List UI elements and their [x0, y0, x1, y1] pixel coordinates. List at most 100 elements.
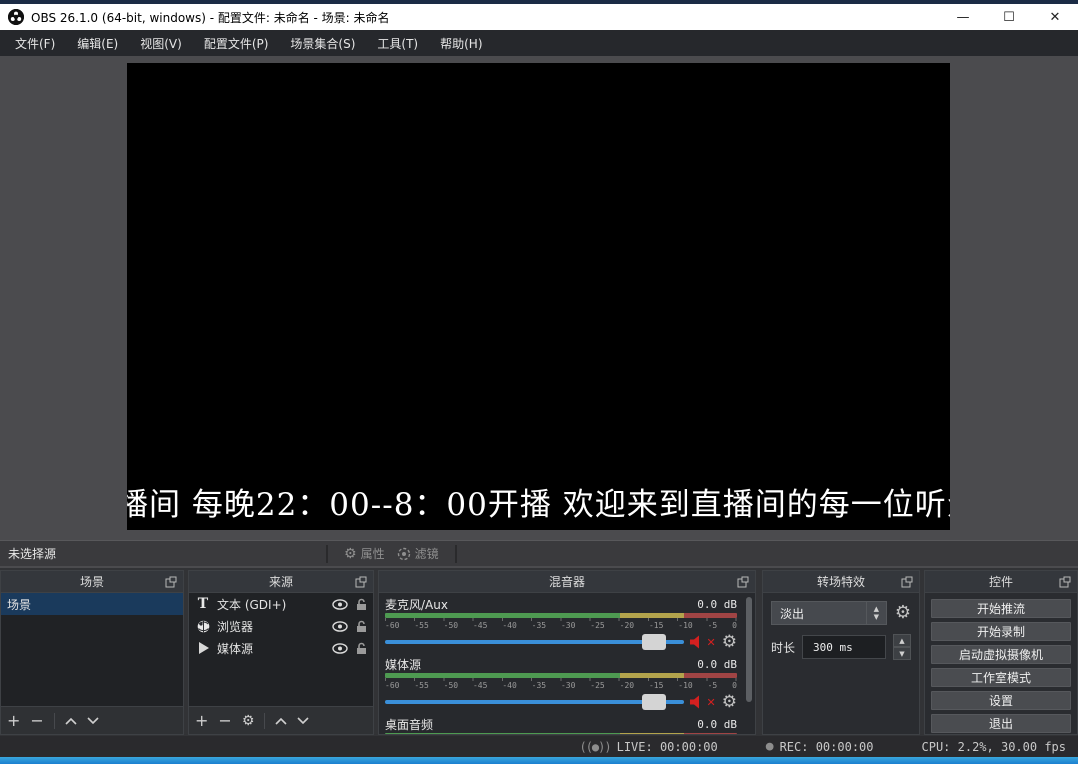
- volume-slider[interactable]: [385, 700, 684, 704]
- exit-button[interactable]: 退出: [931, 714, 1071, 733]
- duration-up-button[interactable]: ▲: [893, 634, 911, 647]
- menu-file[interactable]: 文件(F): [4, 30, 66, 57]
- scene-item-label: 场景: [7, 596, 31, 613]
- meter-tick-label: -20: [620, 681, 634, 691]
- meter-tick-label: -45: [473, 621, 487, 631]
- obs-logo-icon: [8, 9, 24, 25]
- volume-meter: [385, 733, 737, 734]
- unlock-icon[interactable]: [356, 598, 367, 611]
- properties-button[interactable]: ⚙ 属性: [338, 545, 391, 562]
- scene-move-down-button[interactable]: [87, 717, 99, 725]
- transition-gear-icon[interactable]: ⚙: [895, 604, 911, 622]
- window-controls: — ☐ ✕: [940, 4, 1078, 30]
- meter-tick-label: -25: [590, 681, 604, 691]
- settings-button[interactable]: 设置: [931, 691, 1071, 710]
- source-item-text[interactable]: T 文本 (GDI+): [189, 593, 373, 615]
- remove-source-button[interactable]: −: [218, 713, 231, 729]
- scenes-panel-title: 场景: [80, 573, 104, 590]
- mute-speaker-icon[interactable]: ✕: [690, 635, 716, 649]
- mute-speaker-icon[interactable]: ✕: [690, 695, 716, 709]
- meter-tick-label: -60: [385, 621, 399, 631]
- sources-panel: 来源 T 文本 (GDI+) 浏览器: [188, 570, 374, 735]
- channel-gear-icon[interactable]: ⚙: [722, 634, 737, 651]
- meter-tick-label: -5: [708, 681, 718, 691]
- visibility-eye-icon[interactable]: [332, 621, 348, 632]
- meter-tick-label: -30: [561, 621, 575, 631]
- footer-separator: [264, 713, 265, 729]
- visibility-eye-icon[interactable]: [332, 599, 348, 610]
- menu-bar: 文件(F) 编辑(E) 视图(V) 配置文件(P) 场景集合(S) 工具(T) …: [0, 30, 1078, 56]
- menu-scene-collection[interactable]: 场景集合(S): [279, 30, 366, 57]
- source-item-browser[interactable]: 浏览器: [189, 615, 373, 637]
- volume-slider-handle[interactable]: [642, 634, 666, 650]
- meter-tick-label: -10: [678, 621, 692, 631]
- taskbar-edge: [0, 757, 1078, 764]
- transitions-panel-title: 转场特效: [817, 573, 865, 590]
- menu-edit[interactable]: 编辑(E): [66, 30, 129, 57]
- popout-icon[interactable]: [1059, 576, 1071, 588]
- properties-label: 属性: [361, 545, 385, 562]
- duration-label: 时长: [771, 639, 795, 656]
- meter-tick-label: 0: [732, 621, 737, 631]
- popout-icon[interactable]: [165, 576, 177, 588]
- mixer-panel-header: 混音器: [379, 571, 755, 593]
- start-streaming-button[interactable]: 开始推流: [931, 599, 1071, 618]
- marquee-text: 播间 每晚22：00--8：00开播 欢迎来到直播间的每一位听众！助眠: [127, 479, 950, 524]
- unlock-icon[interactable]: [356, 642, 367, 655]
- remove-scene-button[interactable]: −: [30, 713, 43, 729]
- menu-view[interactable]: 视图(V): [129, 30, 193, 57]
- visibility-eye-icon[interactable]: [332, 643, 348, 654]
- channel-name: 媒体源: [385, 656, 421, 673]
- controls-panel-header: 控件: [925, 571, 1077, 593]
- studio-mode-button[interactable]: 工作室模式: [931, 668, 1071, 687]
- popout-icon[interactable]: [355, 576, 367, 588]
- maximize-button[interactable]: ☐: [986, 4, 1032, 30]
- meter-tick-label: -40: [502, 681, 516, 691]
- scene-item[interactable]: 场景: [1, 593, 183, 615]
- close-button[interactable]: ✕: [1032, 4, 1078, 30]
- preview-canvas[interactable]: 播间 每晚22：00--8：00开播 欢迎来到直播间的每一位听众！助眠: [127, 63, 950, 530]
- unlock-icon[interactable]: [356, 620, 367, 633]
- transition-selected-value: 淡出: [772, 605, 866, 622]
- duration-spinner[interactable]: ▲ ▼: [893, 634, 911, 660]
- add-source-button[interactable]: +: [195, 713, 208, 729]
- start-recording-button[interactable]: 开始录制: [931, 622, 1071, 641]
- meter-tick-label: -45: [473, 681, 487, 691]
- duration-input[interactable]: 300 ms: [802, 635, 886, 659]
- gear-icon: ⚙: [344, 546, 357, 562]
- transitions-panel-header: 转场特效: [763, 571, 919, 593]
- duration-down-button[interactable]: ▼: [893, 647, 911, 660]
- menu-tools[interactable]: 工具(T): [366, 30, 429, 57]
- source-toolbar: 未选择源 ⚙ 属性 滤镜: [0, 540, 1078, 566]
- meter-tick-label: -55: [414, 681, 428, 691]
- mixer-panel: 混音器 麦克风/Aux 0.0 dB -60-55-50-45-40-35-30…: [378, 570, 756, 735]
- meter-tick-label: -50: [444, 681, 458, 691]
- no-source-label: 未选择源: [0, 545, 56, 562]
- menu-help[interactable]: 帮助(H): [429, 30, 493, 57]
- source-move-down-button[interactable]: [297, 717, 309, 725]
- channel-gear-icon[interactable]: ⚙: [722, 694, 737, 711]
- menu-profile[interactable]: 配置文件(P): [193, 30, 280, 57]
- transition-select[interactable]: 淡出 ▲▼: [771, 601, 887, 625]
- source-item-label: 媒体源: [217, 640, 253, 657]
- popout-icon[interactable]: [901, 576, 913, 588]
- volume-slider-handle[interactable]: [642, 694, 666, 710]
- source-move-up-button[interactable]: [275, 717, 287, 725]
- scene-move-up-button[interactable]: [65, 717, 77, 725]
- source-item-media[interactable]: 媒体源: [189, 637, 373, 659]
- minimize-button[interactable]: —: [940, 4, 986, 30]
- source-properties-gear-icon[interactable]: ⚙: [242, 714, 255, 728]
- transitions-panel: 转场特效 淡出 ▲▼ ⚙ 时长 300 ms ▲ ▼: [762, 570, 920, 735]
- meter-tick-labels: -60-55-50-45-40-35-30-25-20-15-10-50: [385, 621, 737, 631]
- start-virtual-camera-button[interactable]: 启动虚拟摄像机: [931, 645, 1071, 664]
- volume-slider[interactable]: [385, 640, 684, 644]
- transition-select-spinner[interactable]: ▲▼: [866, 602, 886, 624]
- add-scene-button[interactable]: +: [7, 713, 20, 729]
- meter-tick-label: -30: [561, 681, 575, 691]
- popout-icon[interactable]: [737, 576, 749, 588]
- controls-panel-title: 控件: [989, 573, 1013, 590]
- mixer-body: 麦克风/Aux 0.0 dB -60-55-50-45-40-35-30-25-…: [379, 593, 755, 734]
- volume-meter: [385, 613, 737, 618]
- mixer-scrollbar[interactable]: [746, 597, 752, 702]
- filters-button[interactable]: 滤镜: [391, 545, 445, 562]
